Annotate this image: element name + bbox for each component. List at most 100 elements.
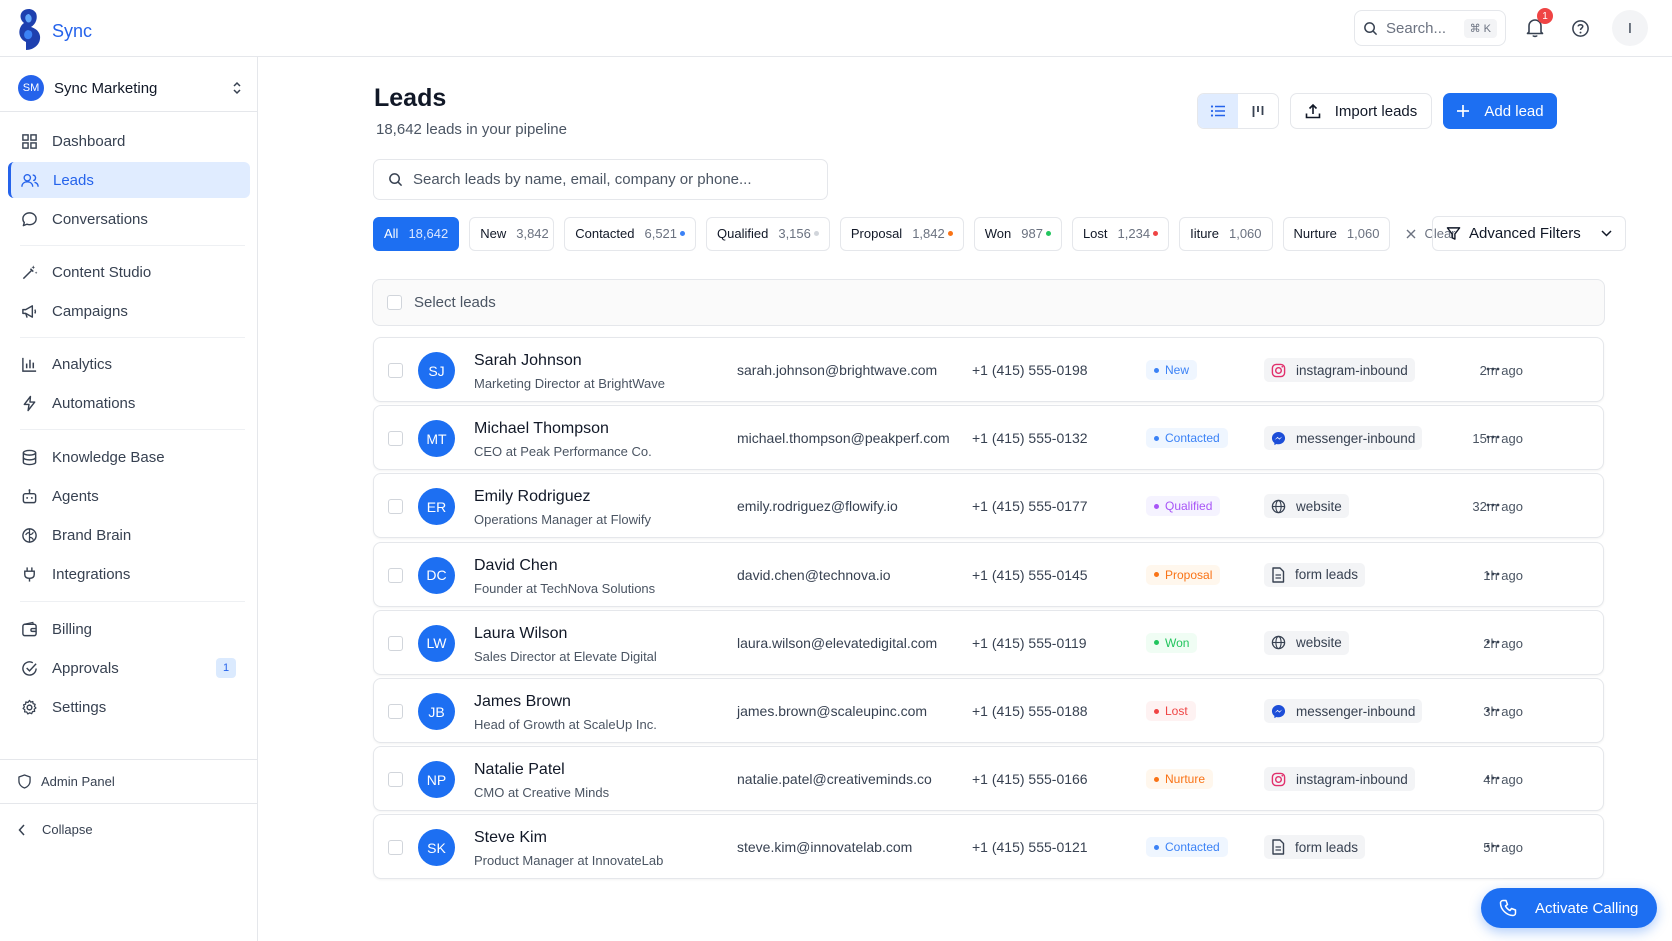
filter-chip-proposal[interactable]: Proposal 1,842 bbox=[839, 216, 964, 251]
nav-item-conversations[interactable]: Conversations bbox=[8, 201, 250, 237]
filter-count: 987 bbox=[1021, 226, 1051, 241]
admin-panel-link[interactable]: Admin Panel bbox=[18, 774, 115, 789]
filter-chip-contacted[interactable]: Contacted 6,521 bbox=[564, 216, 697, 251]
lead-phone: +1 (415) 555-0121 bbox=[972, 839, 1088, 856]
lead-source-tag: website bbox=[1264, 630, 1349, 655]
lead-name[interactable]: Steve Kim bbox=[474, 829, 547, 847]
nav-item-integrations[interactable]: Integrations bbox=[8, 556, 250, 592]
lead-checkbox[interactable] bbox=[388, 840, 403, 856]
list-view-button[interactable] bbox=[1198, 94, 1238, 128]
lead-source-tag: instagram-inbound bbox=[1264, 358, 1415, 382]
lead-row[interactable]: MT Michael Thompson CEO at Peak Performanc… bbox=[373, 405, 1604, 471]
chat-icon bbox=[22, 211, 37, 226]
status-dot bbox=[1154, 503, 1159, 509]
lead-row[interactable]: JB James Brown Head of Growth at ScaleUp I… bbox=[373, 678, 1604, 743]
add-lead-label: Add lead bbox=[1484, 102, 1544, 120]
collapse-sidebar-button[interactable]: Collapse bbox=[18, 822, 93, 837]
filter-count-value: 1,060 bbox=[1228, 226, 1262, 241]
lead-checkbox[interactable] bbox=[388, 431, 403, 447]
lead-status-badge: Contacted bbox=[1146, 428, 1228, 449]
app-root: Sync Search... ⌘ K 1 I SM Sync Marketing bbox=[0, 0, 1672, 941]
nav-item-dashboard[interactable]: Dashboard bbox=[8, 123, 250, 159]
lead-name[interactable]: David Chen bbox=[474, 557, 558, 575]
filter-chip-nurture[interactable]: Nurture 1,060 bbox=[1282, 216, 1391, 251]
advanced-filters-button[interactable]: Advanced Filters bbox=[1432, 216, 1626, 251]
lead-name[interactable]: Emily Rodriguez bbox=[474, 488, 590, 506]
lead-avatar: SJ bbox=[418, 352, 455, 389]
lead-email: david.chen@technova.io bbox=[737, 566, 891, 583]
more-options-button[interactable] bbox=[1486, 699, 1500, 717]
lead-checkbox[interactable] bbox=[388, 704, 403, 719]
lead-status-badge: Nurture bbox=[1146, 769, 1214, 790]
lead-name[interactable]: James Brown bbox=[474, 693, 571, 711]
filter-chip-iiture[interactable]: Iiture 1,060 bbox=[1179, 216, 1273, 251]
more-options-button[interactable] bbox=[1486, 835, 1500, 853]
nav-item-brand-brain[interactable]: Brand Brain bbox=[8, 517, 250, 553]
filter-chip-lost[interactable]: Lost 1,234 bbox=[1071, 216, 1170, 251]
lead-row[interactable]: SK Steve Kim Product Manager at InnovateLa… bbox=[373, 814, 1604, 880]
lead-name[interactable]: Michael Thompson bbox=[474, 420, 609, 438]
lead-name[interactable]: Laura Wilson bbox=[474, 625, 567, 643]
lead-source-label: messenger-inbound bbox=[1296, 703, 1416, 719]
more-options-button[interactable] bbox=[1486, 631, 1500, 649]
more-options-button[interactable] bbox=[1486, 426, 1500, 444]
lead-name[interactable]: Sarah Johnson bbox=[474, 352, 582, 370]
filter-chip-new[interactable]: New 3,842 bbox=[469, 216, 555, 251]
activate-calling-button[interactable]: Activate Calling bbox=[1481, 888, 1657, 928]
lead-name[interactable]: Natalie Patel bbox=[474, 761, 565, 779]
lead-checkbox[interactable] bbox=[388, 499, 403, 515]
nav-item-analytics[interactable]: Analytics bbox=[8, 346, 250, 382]
lead-checkbox[interactable] bbox=[388, 635, 403, 651]
lead-status-label: Nurture bbox=[1165, 772, 1206, 787]
lead-row[interactable]: LW Laura Wilson Sales Director at Elevate … bbox=[373, 609, 1604, 675]
lead-search-input[interactable] bbox=[413, 171, 793, 188]
select-all-checkbox[interactable] bbox=[387, 295, 402, 310]
messenger-icon bbox=[1271, 704, 1286, 719]
global-search[interactable]: Search... ⌘ K bbox=[1354, 10, 1506, 46]
filter-count-value: 3,156 bbox=[778, 226, 811, 241]
more-options-button[interactable] bbox=[1486, 494, 1500, 512]
kanban-icon bbox=[1252, 105, 1264, 117]
nav-item-settings[interactable]: Settings bbox=[8, 689, 250, 725]
lead-row[interactable]: DC David Chen Founder at TechNova Solution… bbox=[373, 541, 1604, 607]
lead-checkbox[interactable] bbox=[388, 363, 403, 378]
shield-icon bbox=[18, 774, 31, 789]
lead-checkbox[interactable] bbox=[388, 772, 403, 788]
lead-row[interactable]: ER Emily Rodriguez Operations Manager at F… bbox=[373, 473, 1604, 539]
filter-chip-qualified[interactable]: Qualified 3,156 bbox=[706, 216, 830, 251]
user-avatar-button[interactable]: I bbox=[1612, 10, 1648, 46]
nav-label: Campaigns bbox=[52, 302, 128, 320]
nav-item-content-studio[interactable]: Content Studio bbox=[8, 254, 250, 290]
nav-item-leads[interactable]: Leads bbox=[8, 162, 250, 198]
lead-status-label: Won bbox=[1165, 635, 1190, 650]
filter-chip-won[interactable]: Won 987 bbox=[973, 216, 1062, 251]
more-options-button[interactable] bbox=[1486, 563, 1500, 581]
more-options-button[interactable] bbox=[1486, 358, 1500, 376]
lead-checkbox[interactable] bbox=[388, 567, 403, 583]
filter-count: 3,156 bbox=[778, 226, 819, 241]
filter-label: Won bbox=[984, 226, 1012, 241]
lead-row[interactable]: SJ Sarah Johnson Marketing Director at Bri… bbox=[373, 337, 1604, 402]
notification-count-badge: 1 bbox=[1537, 8, 1553, 24]
nav-label: Brand Brain bbox=[52, 526, 132, 544]
nav-item-campaigns[interactable]: Campaigns bbox=[8, 293, 250, 329]
nav-item-agents[interactable]: Agents bbox=[8, 478, 250, 514]
nav-item-approvals[interactable]: Approvals 1 bbox=[8, 650, 250, 686]
add-lead-button[interactable]: Add lead bbox=[1443, 93, 1557, 129]
notifications-button[interactable]: 1 bbox=[1521, 8, 1553, 42]
lead-title: CMO at Creative Minds bbox=[474, 785, 610, 801]
nav-item-knowledge-base[interactable]: Knowledge Base bbox=[8, 439, 250, 475]
help-button[interactable] bbox=[1566, 14, 1594, 42]
import-leads-button[interactable]: Import leads bbox=[1290, 93, 1432, 129]
filter-chip-all[interactable]: All 18,642 bbox=[373, 216, 460, 251]
nav-item-billing[interactable]: Billing bbox=[8, 611, 250, 647]
kanban-view-button[interactable] bbox=[1238, 94, 1278, 128]
lead-status-badge: Contacted bbox=[1146, 837, 1228, 858]
filter-count: 1,060 bbox=[1229, 226, 1262, 241]
nav-item-automations[interactable]: Automations bbox=[8, 385, 250, 421]
nav-label: Leads bbox=[53, 171, 94, 189]
more-options-button[interactable] bbox=[1486, 767, 1500, 785]
lead-row[interactable]: NP Natalie Patel CMO at Creative Minds nata… bbox=[373, 746, 1604, 812]
workspace-switcher[interactable]: SM Sync Marketing bbox=[18, 73, 242, 103]
app-logo[interactable]: Sync bbox=[14, 6, 92, 52]
